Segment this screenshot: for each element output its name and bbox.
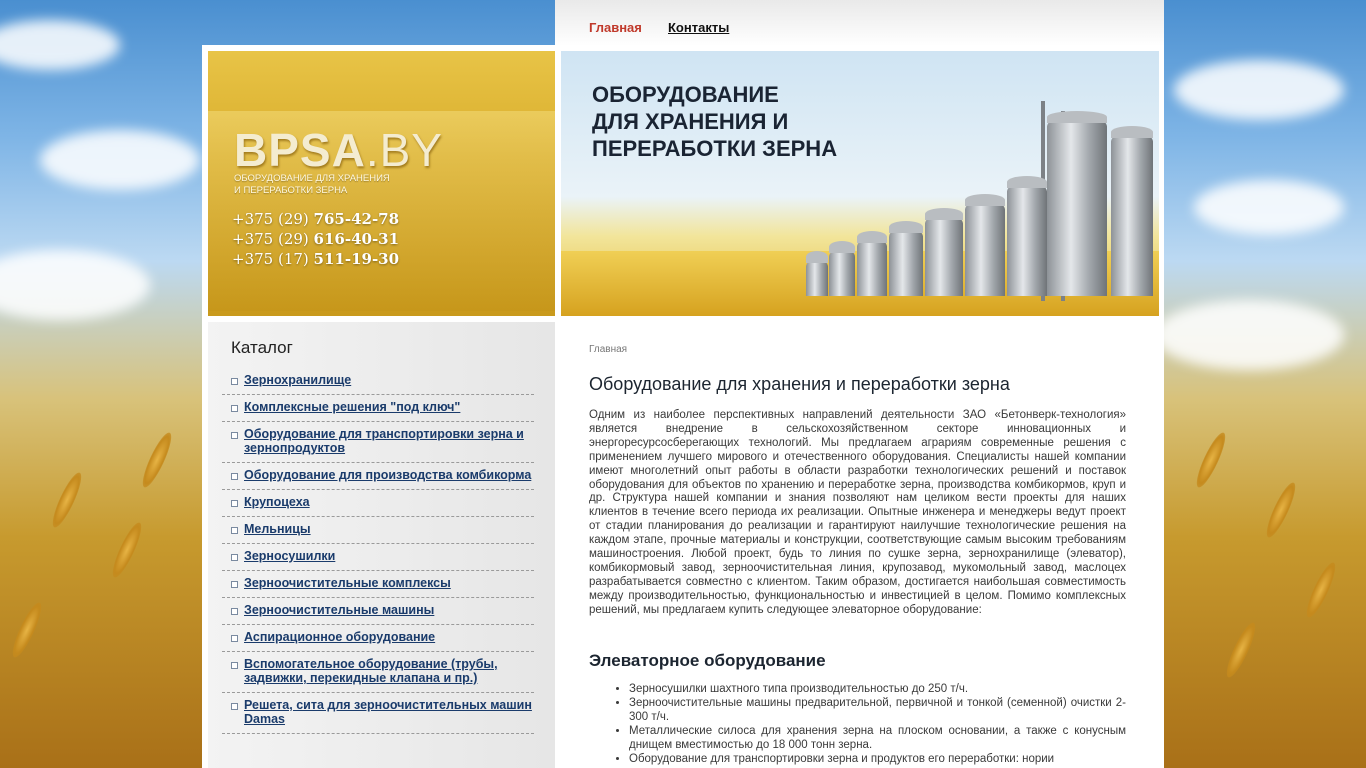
equipment-list: Зерносушилки шахтного типа производитель… xyxy=(629,683,1126,766)
logo-subtitle-line: И ПЕРЕРАБОТКИ ЗЕРНА xyxy=(234,185,348,196)
catalog-item-feed[interactable]: Оборудование для производства комбикорма xyxy=(222,463,534,490)
catalog-item-dryers[interactable]: Зерносушилки xyxy=(222,544,534,571)
cloud xyxy=(0,250,150,320)
list-item: Зерносушилки шахтного типа производитель… xyxy=(629,683,1126,697)
logo-subtitle-line: ОБОРУДОВАНИЕ ДЛЯ ХРАНЕНИЯ xyxy=(234,173,390,184)
phone-prefix: +375 (29) xyxy=(232,210,314,228)
list-item: Оборудование для транспортировки зерна и… xyxy=(629,753,1126,767)
wheat-ear xyxy=(1221,619,1261,681)
phone-list: +375 (29) 765-42-78 +375 (29) 616-40-31 … xyxy=(232,209,399,269)
silo xyxy=(806,251,828,296)
banner-title-line: ОБОРУДОВАНИЕ xyxy=(592,82,779,107)
site-logo[interactable]: BPSA.BY xyxy=(234,123,443,177)
phone-digits: 765-42-78 xyxy=(313,210,400,228)
nav-home-link[interactable]: Главная xyxy=(589,20,642,35)
cloud xyxy=(1194,180,1344,235)
catalog-item-auxiliary[interactable]: Вспомогательное оборудование (трубы, зад… xyxy=(222,652,534,693)
catalog-list: Зернохранилище Комплексные решения "под … xyxy=(222,368,534,734)
silo xyxy=(1111,126,1153,296)
catalog-item-cleaning-machines[interactable]: Зерноочистительные машины xyxy=(222,598,534,625)
list-item: Зерноочистительные машины предварительно… xyxy=(629,697,1126,725)
intro-paragraph: Одним из наиболее перспективных направле… xyxy=(589,409,1126,616)
nav-contacts-link[interactable]: Контакты xyxy=(668,20,729,35)
phone-prefix: +375 (29) xyxy=(232,230,314,248)
catalog-item-aspiration[interactable]: Аспирационное оборудование xyxy=(222,625,534,652)
catalog-item-transport[interactable]: Оборудование для транспортировки зерна и… xyxy=(222,422,534,463)
phone-digits: 511-19-30 xyxy=(313,250,400,268)
silo xyxy=(857,231,887,296)
banner-title-line: ДЛЯ ХРАНЕНИЯ И xyxy=(592,109,789,134)
banner-title-line: ПЕРЕРАБОТКИ ЗЕРНА xyxy=(592,136,838,161)
silo xyxy=(925,208,963,296)
banner-title: ОБОРУДОВАНИЕ ДЛЯ ХРАНЕНИЯ И ПЕРЕРАБОТКИ … xyxy=(592,81,837,162)
catalog-item-grain-storage[interactable]: Зернохранилище xyxy=(222,368,534,395)
wheat-ear xyxy=(1301,559,1341,621)
section-title: Элеваторное оборудование xyxy=(589,651,826,670)
silo xyxy=(1007,176,1047,296)
cloud xyxy=(1174,60,1344,120)
sidebar: Каталог Зернохранилище Комплексные решен… xyxy=(208,322,555,768)
page-title: Оборудование для хранения и переработки … xyxy=(589,374,1010,394)
top-nav: Главная Контакты xyxy=(555,0,1164,46)
list-item: Металлические силоса для хранения зерна … xyxy=(629,725,1126,753)
silo xyxy=(1047,111,1107,296)
logo-domain: .BY xyxy=(365,124,443,176)
catalog-item-turnkey[interactable]: Комплексные решения "под ключ" xyxy=(222,395,534,422)
phone-prefix: +375 (17) xyxy=(232,250,314,268)
catalog-item-cleaning-complexes[interactable]: Зерноочистительные комплексы xyxy=(222,571,534,598)
catalog-title: Каталог xyxy=(231,338,293,357)
cloud xyxy=(1154,300,1344,370)
header-banner: ОБОРУДОВАНИЕ ДЛЯ ХРАНЕНИЯ И ПЕРЕРАБОТКИ … xyxy=(561,51,1159,316)
wheat-ear xyxy=(107,519,147,581)
wheat-ear xyxy=(137,429,177,491)
silo xyxy=(889,221,923,296)
main-content: Главная Оборудование для хранения и пере… xyxy=(561,322,1159,768)
wheat-ear xyxy=(7,599,47,661)
wheat-ear xyxy=(47,469,87,531)
cloud xyxy=(40,130,200,190)
phone-number: +375 (29) 765-42-78 xyxy=(232,209,399,229)
silo xyxy=(965,194,1005,296)
background-right xyxy=(1154,0,1366,768)
phone-number: +375 (29) 616-40-31 xyxy=(232,229,399,249)
catalog-item-mills[interactable]: Мельницы xyxy=(222,517,534,544)
catalog-item-sieves[interactable]: Решета, сита для зерноочистительных маши… xyxy=(222,693,534,734)
phone-digits: 616-40-31 xyxy=(313,230,400,248)
cloud xyxy=(0,20,120,70)
logo-name: BPSA xyxy=(234,124,366,176)
wheat-ear xyxy=(1261,479,1301,541)
phone-number: +375 (17) 511-19-30 xyxy=(232,249,399,269)
logo-subtitle: ОБОРУДОВАНИЕ ДЛЯ ХРАНЕНИЯ И ПЕРЕРАБОТКИ … xyxy=(234,173,390,197)
silo xyxy=(829,241,855,296)
wheat-ear xyxy=(1191,429,1231,491)
header-logo-block: BPSA.BY ОБОРУДОВАНИЕ ДЛЯ ХРАНЕНИЯ И ПЕРЕ… xyxy=(208,51,555,316)
catalog-item-groats[interactable]: Крупоцеха xyxy=(222,490,534,517)
background-left xyxy=(0,0,202,768)
breadcrumb[interactable]: Главная xyxy=(589,344,627,355)
